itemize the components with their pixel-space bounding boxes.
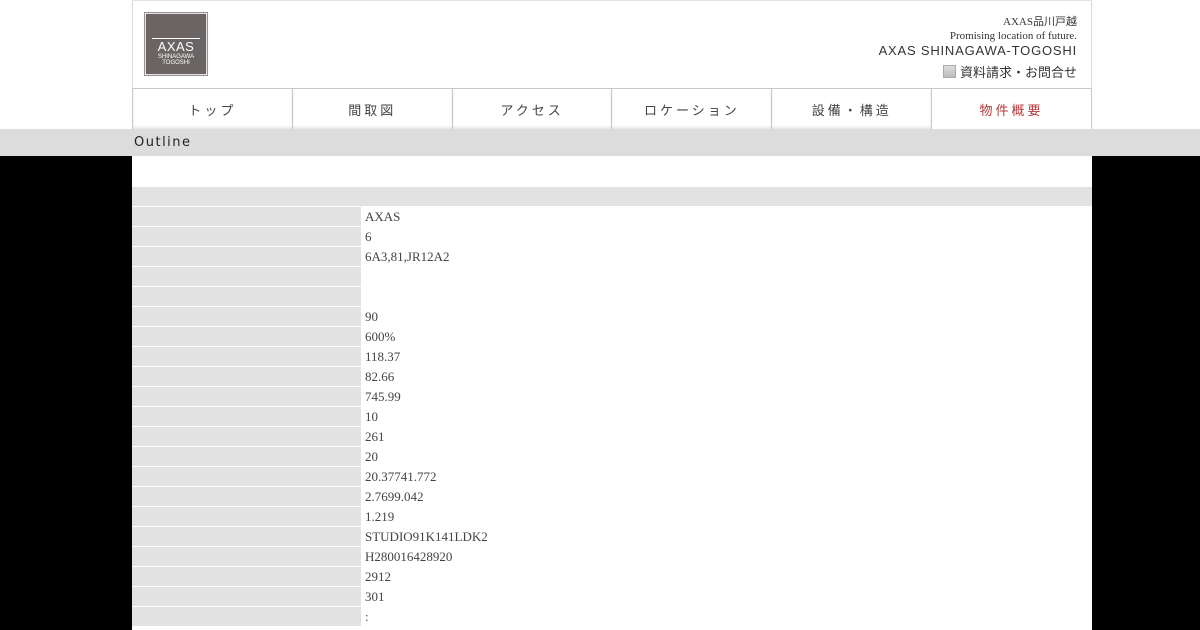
row-value: 90: [361, 307, 1092, 327]
row-value: 301: [361, 587, 1092, 607]
tagline: Promising location of future.: [949, 30, 1077, 42]
outline-table: AXAS 6 6A3,81,JR12A2 90 600% 118.37 82.6…: [132, 207, 1092, 627]
row-label-cell: [132, 547, 361, 567]
table-row: 745.99: [132, 387, 1092, 407]
row-value: 20: [361, 447, 1092, 467]
row-value: 2.7699.042: [361, 487, 1092, 507]
row-value: 2912: [361, 567, 1092, 587]
table-row: AXAS: [132, 207, 1092, 227]
table-row: 261: [132, 427, 1092, 447]
table-row: 20: [132, 447, 1092, 467]
table-row: [132, 287, 1092, 307]
nav-item-top[interactable]: トップ: [132, 88, 292, 130]
row-label-cell: [132, 367, 361, 387]
main-nav: トップ 間取図 アクセス ロケーション 設備・構造 物件概要: [132, 88, 1092, 130]
row-label-cell: [132, 467, 361, 487]
table-row: STUDIO91K141LDK2: [132, 527, 1092, 547]
row-label-cell: [132, 387, 361, 407]
row-label-cell: [132, 327, 361, 347]
title-en: AXAS SHINAGAWA-TOGOSHI: [878, 43, 1077, 58]
section-title: Outline: [134, 135, 192, 150]
square-icon: [942, 65, 956, 78]
table-header: [132, 187, 1092, 206]
row-value: 118.37: [361, 347, 1092, 367]
row-value: :: [361, 607, 1092, 627]
row-value: H280016428920: [361, 547, 1092, 567]
row-value: 261: [361, 427, 1092, 447]
row-label-cell: [132, 447, 361, 467]
table-row: 10: [132, 407, 1092, 427]
table-row: 1.219: [132, 507, 1092, 527]
row-label-cell: [132, 527, 361, 547]
table-row: 118.37: [132, 347, 1092, 367]
row-value: 1.219: [361, 507, 1092, 527]
site-name: AXAS品川戸越: [1003, 16, 1077, 28]
section-bar: Outline: [0, 129, 1200, 156]
row-label-cell: [132, 287, 361, 307]
table-row: 82.66: [132, 367, 1092, 387]
table-row: 20.37741.772: [132, 467, 1092, 487]
row-label-cell: [132, 507, 361, 527]
nav-label: トップ: [188, 103, 237, 119]
logo-name: AXAS: [152, 38, 200, 53]
logo-sub2: TOGOSHI: [162, 60, 190, 66]
row-label-cell: [132, 587, 361, 607]
row-value: AXAS: [361, 207, 1092, 227]
row-label-cell: [132, 307, 361, 327]
table-row: :: [132, 607, 1092, 627]
table-row: 2.7699.042: [132, 487, 1092, 507]
table-row: 2912: [132, 567, 1092, 587]
table-row: 6A3,81,JR12A2: [132, 247, 1092, 267]
nav-label: 間取図: [348, 103, 397, 119]
nav-item-access[interactable]: アクセス: [451, 88, 612, 130]
row-label-cell: [132, 247, 361, 267]
logo[interactable]: AXAS SHINAGAWA TOGOSHI: [144, 12, 208, 76]
nav-item-floorplan[interactable]: 間取図: [291, 88, 452, 130]
row-value: STUDIO91K141LDK2: [361, 527, 1092, 547]
content-area: AXAS 6 6A3,81,JR12A2 90 600% 118.37 82.6…: [132, 156, 1092, 630]
nav-label: ロケーション: [644, 103, 740, 119]
nav-label: 設備・構造: [811, 103, 892, 119]
row-value: 82.66: [361, 367, 1092, 387]
row-label-cell: [132, 487, 361, 507]
row-label-cell: [132, 607, 361, 627]
row-label-cell: [132, 407, 361, 427]
nav-item-equipment[interactable]: 設備・構造: [771, 88, 932, 130]
nav-item-outline[interactable]: 物件概要: [931, 88, 1092, 129]
table-row: H280016428920: [132, 547, 1092, 567]
row-value: 6A3,81,JR12A2: [361, 247, 1092, 267]
site-header: AXAS SHINAGAWA TOGOSHI AXAS品川戸越 Promisin…: [132, 0, 1092, 89]
nav-label: アクセス: [500, 103, 564, 119]
row-label-cell: [132, 347, 361, 367]
row-label-cell: [132, 207, 361, 227]
nav-item-location[interactable]: ロケーション: [611, 88, 772, 130]
row-value: [361, 287, 1092, 307]
row-value: 6: [361, 227, 1092, 247]
contact-link[interactable]: 資料請求・お問合せ: [942, 62, 1077, 81]
nav-label: 物件概要: [979, 103, 1044, 119]
row-value: 10: [361, 407, 1092, 427]
row-label-cell: [132, 427, 361, 447]
row-value: [361, 267, 1092, 287]
table-row: 600%: [132, 327, 1092, 347]
row-value: 600%: [361, 327, 1092, 347]
contact-label: 資料請求・お問合せ: [959, 65, 1077, 80]
table-row: 301: [132, 587, 1092, 607]
table-row: 90: [132, 307, 1092, 327]
row-value: 20.37741.772: [361, 467, 1092, 487]
row-label-cell: [132, 227, 361, 247]
row-value: 745.99: [361, 387, 1092, 407]
row-label-cell: [132, 267, 361, 287]
row-label-cell: [132, 567, 361, 587]
table-row: 6: [132, 227, 1092, 247]
table-row: [132, 267, 1092, 287]
